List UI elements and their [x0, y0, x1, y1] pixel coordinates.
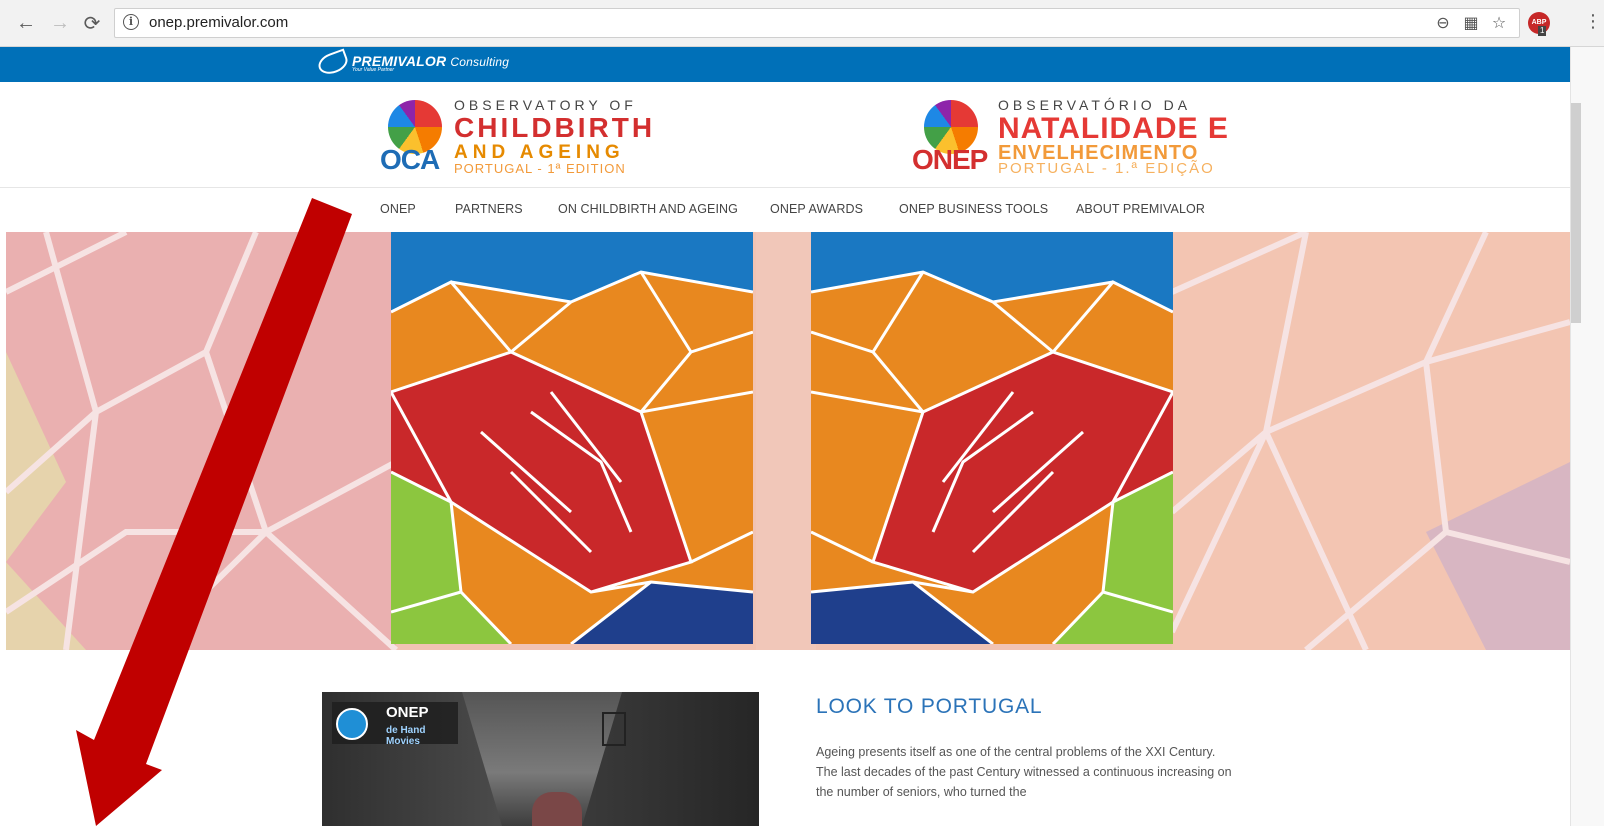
main-nav: ONEP PARTNERS ON CHILDBIRTH AND AGEING O…: [0, 188, 1570, 232]
browser-toolbar: ← → ⟳ i onep.premivalor.com ⊖ ▦ ☆ ABP 1 …: [0, 0, 1604, 47]
hero-banner: [6, 232, 1570, 650]
nav-item-onep[interactable]: ONEP: [380, 202, 416, 216]
onep-logo[interactable]: OBSERVATÓRIO DA NATALIDADE E ENVELHECIME…: [912, 97, 1228, 178]
video-title: ONEP: [386, 704, 429, 721]
oca-acronym: OCA: [380, 144, 440, 175]
hero-mosaic-background: [6, 232, 1570, 650]
page-scrollbar[interactable]: [1570, 47, 1604, 826]
hand-movies-icon: [336, 708, 368, 740]
brand-bar: PREMIVALOR Consulting Your Value Partner: [0, 47, 1570, 82]
article-body: Ageing presents itself as one of the cen…: [816, 745, 1232, 799]
reload-icon[interactable]: ⟳: [80, 11, 104, 35]
oca-edition: PORTUGAL - 1ª EDITION: [454, 161, 626, 176]
address-bar[interactable]: i onep.premivalor.com ⊖ ▦ ☆: [114, 8, 1520, 38]
nav-item-business-tools[interactable]: ONEP BUSINESS TOOLS: [899, 202, 1048, 216]
article-title: LOOK TO PORTUGAL: [816, 695, 1043, 718]
premivalor-mark-icon: [315, 48, 351, 78]
adblock-count-badge: 1: [1538, 26, 1547, 36]
video-subtitle: de Hand Movies: [386, 725, 426, 747]
zoom-icon[interactable]: ⊖: [1433, 13, 1453, 33]
premivalor-logo[interactable]: PREMIVALOR Consulting Your Value Partner: [315, 48, 510, 78]
onep-acronym: ONEP: [912, 144, 988, 175]
video-person: [532, 792, 582, 826]
nav-item-partners[interactable]: PARTNERS: [455, 202, 523, 216]
nav-item-about-premivalor[interactable]: ABOUT PREMIVALOR: [1076, 202, 1205, 216]
hero-panel-right: [811, 232, 1173, 644]
onep-line1: OBSERVATÓRIO DA: [998, 97, 1192, 113]
oca-logo[interactable]: OBSERVATORY OF CHILDBIRTH AND AGEING OCA…: [378, 97, 652, 178]
onep-edition: PORTUGAL - 1.ª EDIÇÃO: [998, 160, 1215, 177]
info-icon[interactable]: i: [123, 14, 139, 30]
bookmark-star-icon[interactable]: ☆: [1489, 13, 1509, 33]
nav-item-childbirth-ageing[interactable]: ON CHILDBIRTH AND AGEING: [558, 202, 738, 216]
onep-line2: NATALIDADE E: [998, 112, 1229, 145]
brand-suffix: Consulting: [450, 55, 510, 69]
oca-line2: CHILDBIRTH: [454, 112, 656, 143]
oca-line1: OBSERVATORY OF: [454, 97, 637, 113]
logos-header: OBSERVATORY OF CHILDBIRTH AND AGEING OCA…: [0, 82, 1570, 188]
scrollbar-thumb[interactable]: [1571, 103, 1581, 323]
video-badge: ONEP de Hand Movies: [332, 702, 458, 747]
browser-menu-icon[interactable]: ⋮: [1584, 11, 1602, 32]
hero-panel-left: [391, 232, 753, 644]
forward-icon[interactable]: →: [48, 11, 72, 35]
video-picture-frame: [602, 712, 626, 746]
back-icon[interactable]: ←: [14, 11, 38, 35]
nav-item-onep-awards[interactable]: ONEP AWARDS: [770, 202, 863, 216]
url-text[interactable]: onep.premivalor.com: [149, 14, 288, 31]
translate-icon[interactable]: ▦: [1461, 13, 1481, 33]
video-thumbnail[interactable]: ONEP de Hand Movies: [322, 692, 759, 826]
